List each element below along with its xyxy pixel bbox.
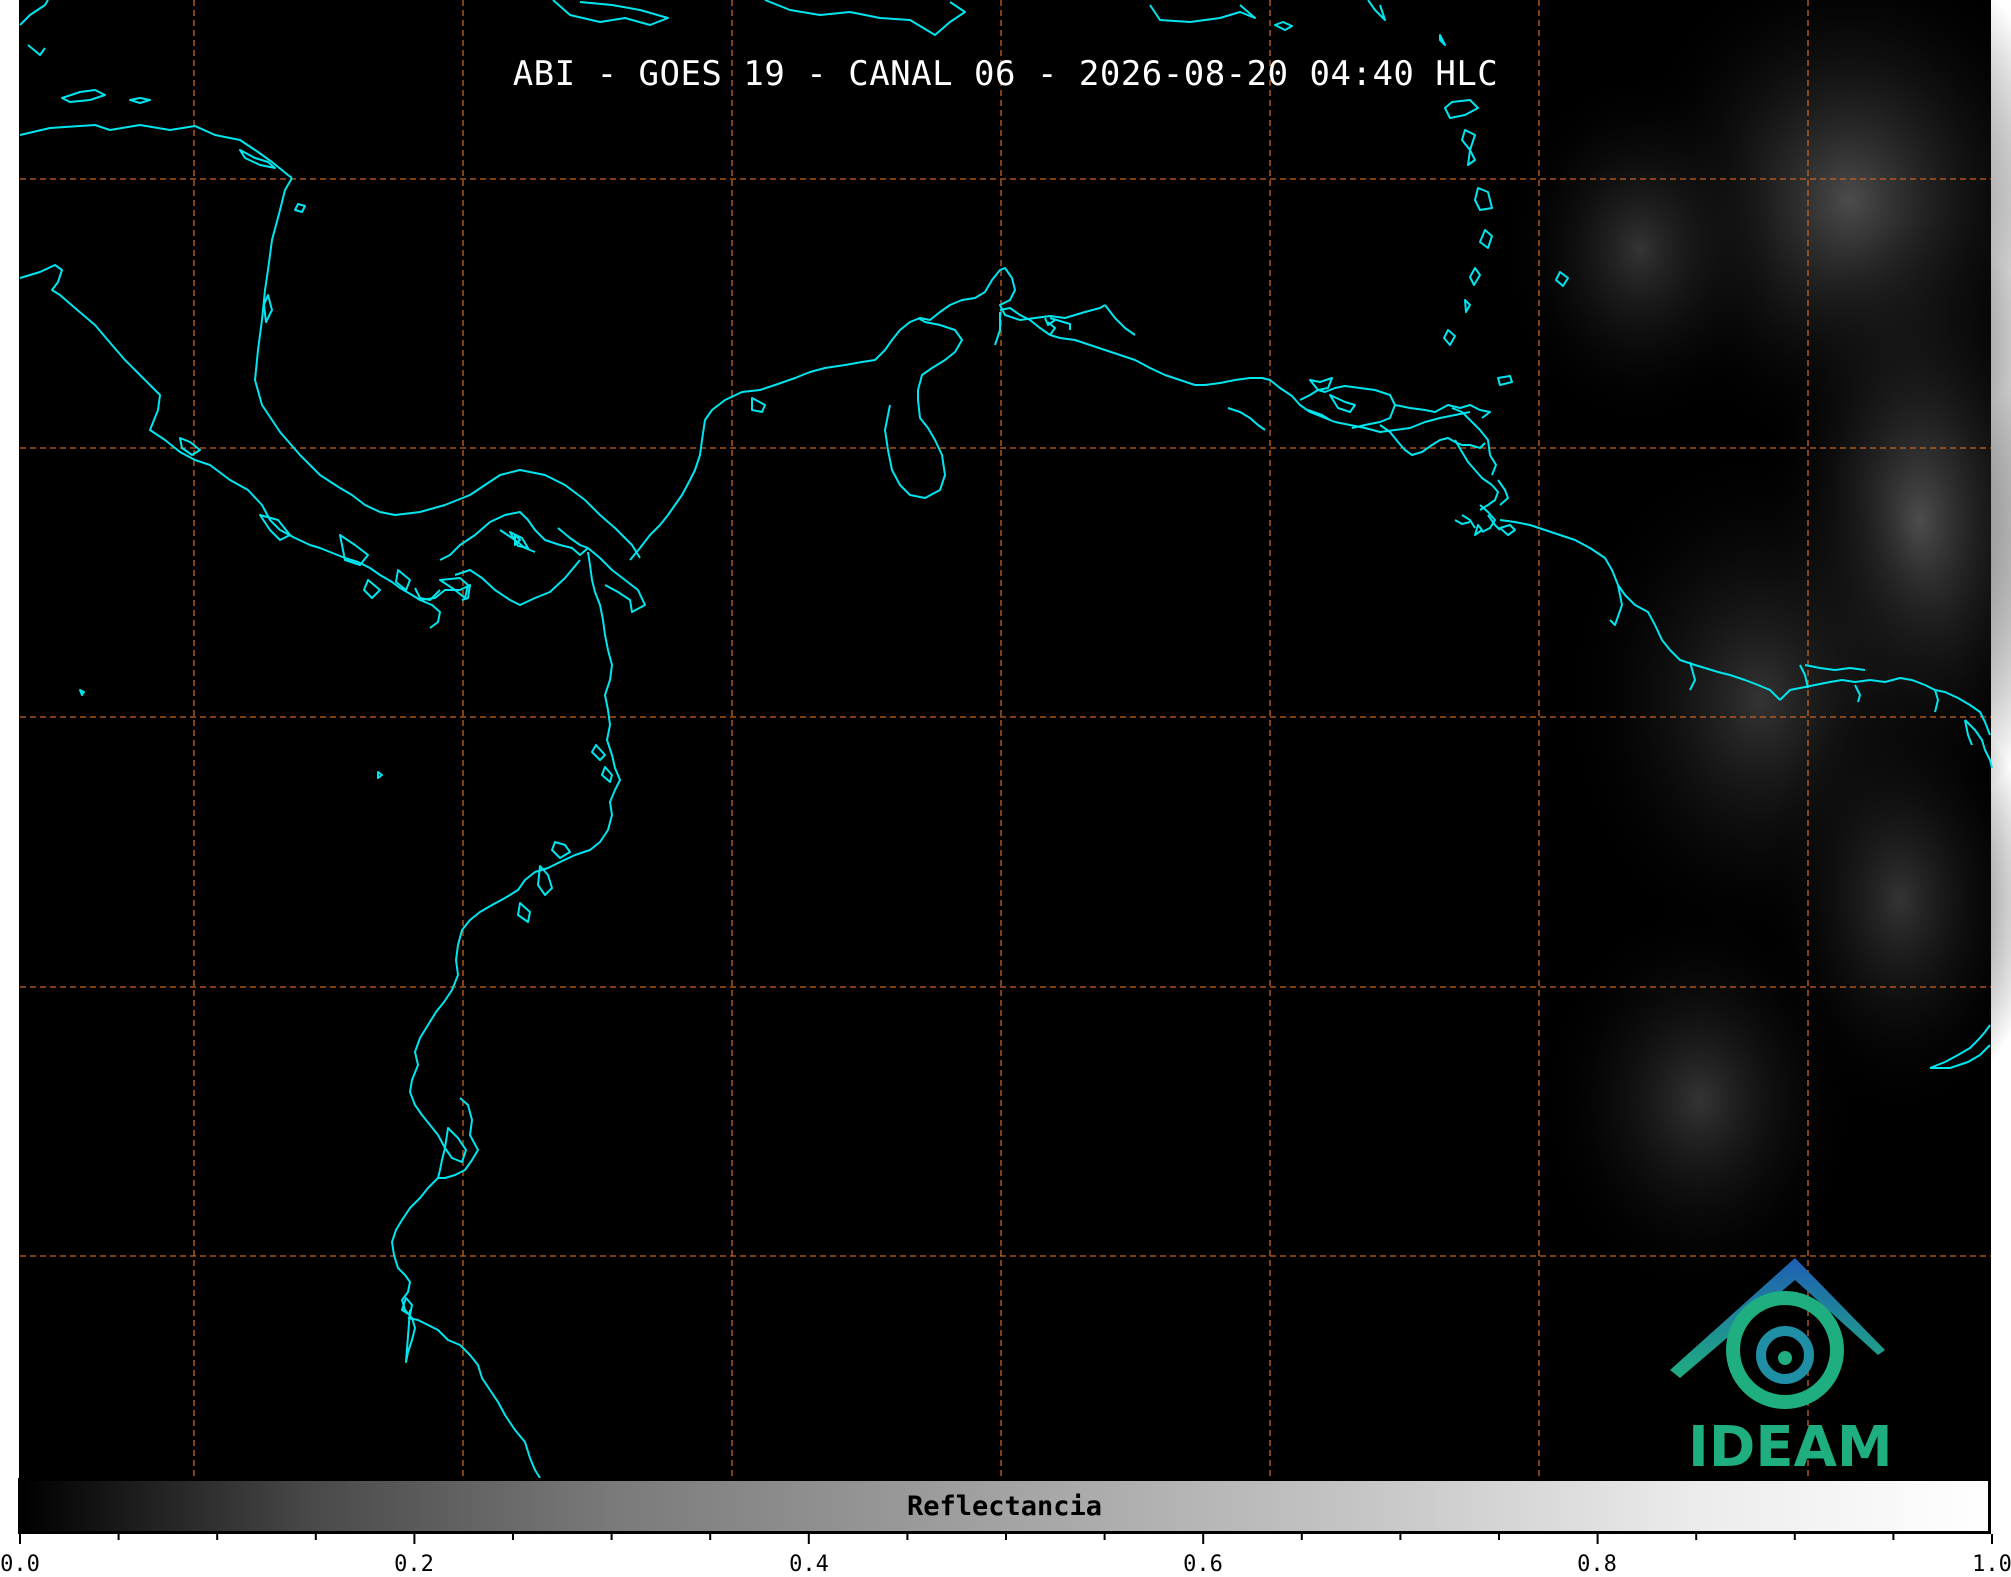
colorbar-tick-label: 0.0 [0,1552,40,1577]
colorbar-tick-label: 0.4 [789,1552,829,1577]
colorbar-tick-label: 0.2 [394,1552,434,1577]
colorbar-tick-label: 0.6 [1183,1552,1223,1577]
map-title: ABI - GOES 19 - CANAL 06 - 2026-08-20 04… [512,54,1499,94]
logo-swirl-core-icon [1778,1351,1792,1365]
left-margin [0,0,19,1478]
colorbar-axis [19,1534,1993,1544]
colorbar: Reflectancia [18,1478,1991,1534]
satellite-map [0,0,2011,1479]
colorbar-tick-label: 0.8 [1577,1552,1617,1577]
logo-text: IDEAM [1688,1415,1893,1480]
cloud-texture [1500,0,2011,1300]
colorbar-label: Reflectancia [906,1491,1103,1522]
colorbar-tick-label: 1.0 [1972,1552,2011,1577]
